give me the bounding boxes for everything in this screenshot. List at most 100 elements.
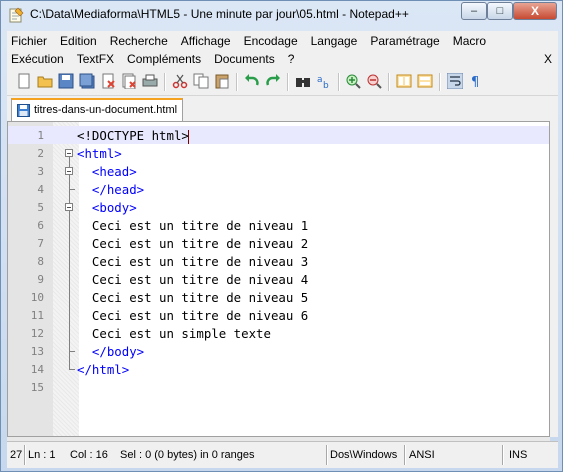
menu-parametrage[interactable]: Paramétrage [370,34,439,52]
line-number: 15 [30,381,44,394]
code-text: Ceci est un simple texte [77,326,271,341]
code-editor[interactable]: 1 <!DOCTYPE html> 2 <html> 3 <head> 4 </head>… [7,121,550,437]
print-icon[interactable] [142,73,158,89]
save-icon[interactable] [58,73,74,89]
code-text: Ceci est un titre de niveau 4 [77,272,309,287]
menu-textfx[interactable]: TextFX [77,52,114,70]
tab-bar: titres-dans-un-document.html [7,96,558,121]
menu-execution[interactable]: Exécution [11,52,64,70]
find-icon[interactable] [295,73,311,89]
redo-icon[interactable] [265,73,281,89]
menu-recherche[interactable]: Recherche [110,34,168,52]
save-all-icon[interactable] [79,73,95,89]
code-text: Ceci est un titre de niveau 2 [77,236,309,251]
fold-end-marker [69,360,75,370]
sync-horizontal-icon[interactable] [417,73,433,89]
menu-edition[interactable]: Edition [60,34,97,52]
code-line[interactable]: 8 Ceci est un titre de niveau 3 [8,252,549,270]
code-line[interactable]: 2 <html> [8,144,549,162]
code-line[interactable]: 10 Ceci est un titre de niveau 5 [8,288,549,306]
saved-file-icon [17,104,30,117]
code-text: </body> [91,344,145,359]
tab-active-document[interactable]: titres-dans-un-document.html [11,98,183,121]
notepad-app-icon [9,7,24,23]
line-number: 1 [37,129,44,142]
paste-icon[interactable] [214,73,230,89]
line-number: 9 [37,273,44,286]
menu-langage[interactable]: Langage [311,34,358,52]
menu-documents[interactable]: Documents [214,52,275,70]
window-title: C:\Data\Mediaforma\HTML5 - Une minute pa… [30,7,409,21]
menu-macro[interactable]: Macro [453,34,486,52]
fold-toggle-icon[interactable] [65,203,73,211]
code-line[interactable]: 5 <body> [8,198,549,216]
toolbar: a b ¶ [7,69,558,96]
code-text: Ceci est un titre de niveau 6 [77,308,309,323]
code-text: </html> [77,362,130,377]
menu-affichage[interactable]: Affichage [181,34,231,52]
word-wrap-icon[interactable] [447,73,463,89]
code-line[interactable]: 15 [8,378,549,396]
fold-guide [69,211,70,351]
replace-icon[interactable]: ab [316,73,332,89]
code-text: <head> [91,164,137,179]
show-all-chars-icon[interactable]: ¶ [468,73,484,89]
menu-help[interactable]: ? [288,52,295,70]
code-line[interactable]: 11 Ceci est un titre de niveau 6 [8,306,549,324]
copy-icon[interactable] [193,73,209,89]
status-eol: Dos\Windows [330,449,398,461]
status-insert-mode: INS [509,449,528,461]
code-line[interactable]: 6 Ceci est un titre de niveau 1 [8,216,549,234]
close-all-icon[interactable] [121,73,137,89]
svg-text:a: a [317,75,323,85]
line-number: 4 [37,183,44,196]
line-number: 3 [37,165,44,178]
open-file-icon[interactable] [37,73,53,89]
code-text: Ceci est un titre de niveau 5 [77,290,309,305]
cut-icon[interactable] [172,73,188,89]
code-text: <body> [91,200,137,215]
fold-toggle-icon[interactable] [65,167,73,175]
code-text: </head> [91,182,145,197]
zoom-in-icon[interactable] [345,73,361,89]
status-encoding: ANSI [409,449,435,461]
sync-vertical-icon[interactable] [396,73,412,89]
menu-complements[interactable]: Compléments [127,52,201,70]
maximize-button[interactable]: □ [487,2,513,20]
tab-label: titres-dans-un-document.html [34,104,178,116]
fold-end-marker [69,180,75,190]
undo-icon[interactable] [244,73,260,89]
zoom-out-icon[interactable] [366,73,382,89]
fold-toggle-icon[interactable] [65,149,73,157]
line-number: 7 [37,237,44,250]
minimize-button[interactable]: – [461,2,487,20]
svg-text:¶: ¶ [471,75,479,89]
code-line[interactable]: 3 <head> [8,162,549,180]
new-file-icon[interactable] [16,73,32,89]
code-line[interactable]: 7 Ceci est un titre de niveau 2 [8,234,549,252]
line-number: 13 [30,345,44,358]
line-number: 2 [37,147,44,160]
menu-encodage[interactable]: Encodage [244,34,298,52]
menu-fichier[interactable]: Fichier [11,34,47,52]
code-text: <html> [77,146,122,161]
status-line: Ln : 1 [28,449,56,461]
code-text: Ceci est un titre de niveau 3 [77,254,309,269]
code-line[interactable]: 4 </head> [8,180,549,198]
code-line[interactable]: 13 </body> [8,342,549,360]
line-number: 5 [37,201,44,214]
close-document-button[interactable]: X [544,52,552,66]
status-selection: Sel : 0 (0 bytes) in 0 ranges [120,449,255,461]
line-number: 8 [37,255,44,268]
code-line[interactable]: 14 </html> [8,360,549,378]
notepadpp-window: C:\Data\Mediaforma\HTML5 - Une minute pa… [0,0,563,472]
code-line[interactable]: 9 Ceci est un titre de niveau 4 [8,270,549,288]
title-bar[interactable]: C:\Data\Mediaforma\HTML5 - Une minute pa… [1,1,562,29]
vertical-scrollbar[interactable] [550,121,558,437]
line-number: 11 [30,309,44,322]
status-length: 27 [10,449,23,461]
code-line[interactable]: 12 Ceci est un simple texte [8,324,549,342]
close-icon[interactable] [100,73,116,89]
close-window-button[interactable]: X [513,2,557,20]
code-line[interactable]: 1 <!DOCTYPE html> [8,126,549,144]
